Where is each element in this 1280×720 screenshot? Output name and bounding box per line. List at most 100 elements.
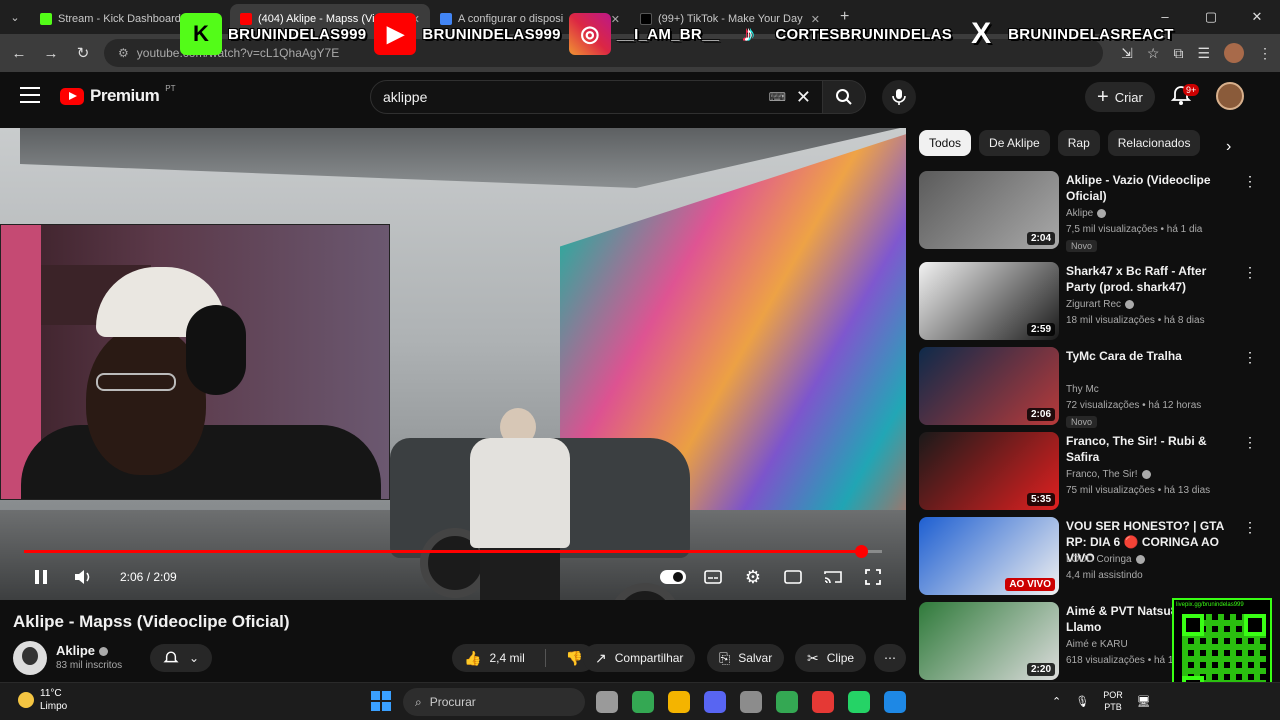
duration-badge: 2:20 [1026, 663, 1055, 676]
chevron-right-icon[interactable]: › [1226, 138, 1231, 156]
clip-label: Clipe [826, 651, 855, 665]
video-thumbnail[interactable]: 5:35 [919, 432, 1059, 510]
duration-badge: 2:59 [1026, 323, 1055, 336]
user-avatar[interactable] [1216, 82, 1244, 110]
autoplay-toggle[interactable] [660, 570, 686, 584]
taskbar-app-icon[interactable] [704, 691, 726, 713]
more-vertical-icon[interactable]: ⋮ [1243, 264, 1257, 281]
channel-avatar[interactable] [13, 641, 47, 675]
fullscreen-button[interactable] [862, 566, 884, 588]
taskbar-app-icon[interactable] [596, 691, 618, 713]
chevron-up-icon[interactable]: ⌃ [1052, 695, 1061, 708]
microphone-icon[interactable]: 🎙 [1075, 695, 1089, 708]
recommendation-item[interactable]: 2:06 TyMc Cara de Tralha Thy Mc 72 visualiz… [919, 347, 1259, 433]
volume-button[interactable] [72, 566, 94, 588]
scissors-icon: ✂ [807, 649, 819, 666]
reload-icon[interactable]: ↻ [72, 44, 94, 62]
video-thumbnail[interactable]: 2:04 [919, 171, 1059, 249]
network-icon[interactable]: 🖥 [1137, 695, 1151, 708]
clip-button[interactable]: ✂ Clipe [795, 644, 867, 672]
cast-button[interactable] [822, 566, 844, 588]
taskbar-search[interactable]: ⌕ Procurar [403, 688, 585, 716]
bookmark-icon: ⎘ [719, 649, 731, 666]
language-indicator[interactable]: POR PTB [1103, 689, 1123, 713]
tab-search-icon[interactable]: ☰ [1197, 45, 1210, 62]
recommendation-channel: Aklipe [1066, 208, 1107, 219]
search-button[interactable] [822, 80, 866, 114]
voice-search-button[interactable] [882, 80, 916, 114]
like-button[interactable]: 👍 2,4 mil [452, 644, 537, 672]
kick-icon: K [180, 13, 222, 55]
taskbar-app-icon[interactable] [632, 691, 654, 713]
share-button[interactable]: ↗ Compartilhar [583, 644, 696, 672]
taskbar-app-icon[interactable] [668, 691, 690, 713]
taskbar-app-icon[interactable] [776, 691, 798, 713]
weather-desc: Limpo [40, 701, 68, 712]
taskbar-app-icon[interactable] [740, 691, 762, 713]
video-thumbnail[interactable]: AO VIVO [919, 517, 1059, 595]
recommendation-title: Shark47 x Bc Raff - After Party (prod. s… [1066, 264, 1207, 294]
channel-name[interactable]: Aklipe [56, 643, 109, 658]
youtube-header: Premium PT aklippe ⌨ ✕ + Criar [0, 72, 1280, 122]
video-thumbnail[interactable]: 2:06 [919, 347, 1059, 425]
thumbs-up-icon: 👍 [464, 649, 482, 666]
back-icon[interactable]: ← [8, 45, 30, 62]
chip-from-channel[interactable]: De Aklipe [979, 130, 1050, 156]
miniplayer-button[interactable] [782, 566, 804, 588]
extensions-icon[interactable]: ⧉ [1173, 45, 1183, 62]
hamburger-menu-icon[interactable] [20, 87, 40, 103]
social-kick: K BRUNINDELAS999 [180, 13, 366, 55]
search-query: aklippe [383, 89, 428, 105]
recommendation-title: TyMc Cara de Tralha [1066, 349, 1182, 363]
profile-avatar[interactable] [1224, 43, 1244, 63]
search-input[interactable]: aklippe ⌨ ✕ [370, 80, 824, 114]
pause-button[interactable] [30, 566, 52, 588]
subscriber-count: 83 mil inscritos [56, 660, 123, 671]
browser-menu-icon[interactable]: ⋮ [1258, 45, 1272, 62]
video-progress-bar[interactable] [24, 545, 882, 558]
recommendation-channel: Franco, The Sir! [1066, 469, 1151, 480]
more-vertical-icon[interactable]: ⋮ [1243, 519, 1257, 536]
subscription-bell-button[interactable]: ⌄ [150, 644, 212, 672]
youtube-logo-icon [60, 87, 84, 105]
windows-start-icon[interactable] [371, 691, 391, 711]
tab-search-dropdown[interactable]: ⌄ [0, 11, 30, 24]
recommendation-item[interactable]: AO VIVO VOU SER HONESTO? | GTA RP: DIA 6 … [919, 517, 1259, 603]
chip-all[interactable]: Todos [919, 130, 972, 156]
subtitles-icon [704, 570, 722, 584]
maximize-button[interactable]: ▢ [1188, 0, 1234, 34]
settings-button[interactable]: ⚙ [742, 566, 764, 588]
video-thumbnail[interactable]: 2:59 [919, 262, 1059, 340]
video-thumbnail[interactable]: 2:20 [919, 602, 1059, 680]
clear-search-icon[interactable]: ✕ [796, 87, 811, 108]
recommendation-item[interactable]: 2:04 Aklipe - Vazio (Videoclipe Oficial) A… [919, 171, 1259, 257]
create-button[interactable]: + Criar [1085, 82, 1155, 112]
keyboard-icon[interactable]: ⌨ [769, 90, 786, 104]
site-info-icon[interactable]: ⚙ [118, 46, 129, 60]
taskbar-app-icon[interactable] [812, 691, 834, 713]
forward-icon[interactable]: → [40, 45, 62, 62]
subtitles-button[interactable] [702, 566, 724, 588]
recommendation-item[interactable]: 5:35 Franco, The Sir! - Rubi & Safira Fran… [919, 432, 1259, 518]
close-window-button[interactable]: ✕ [1234, 0, 1280, 34]
chip-rap[interactable]: Rap [1057, 130, 1100, 156]
logo-country-code: PT [165, 83, 176, 93]
create-label: Criar [1114, 89, 1143, 105]
weather-widget[interactable]: 11°C Limpo [18, 687, 67, 713]
more-actions-button[interactable]: ⋯ [874, 644, 906, 672]
recommendation-meta: 4,4 mil assistindo [1066, 570, 1143, 581]
more-vertical-icon[interactable]: ⋮ [1243, 349, 1257, 366]
more-vertical-icon[interactable]: ⋮ [1243, 434, 1257, 451]
recommendation-channel: LOUD Coringa [1066, 554, 1145, 565]
youtube-icon: ▶ [374, 13, 417, 55]
chip-related[interactable]: Relacionados [1107, 130, 1201, 156]
save-label: Salvar [738, 651, 773, 665]
recommendation-item[interactable]: 2:59 Shark47 x Bc Raff - After Party (pro… [919, 262, 1259, 348]
youtube-premium-logo[interactable]: Premium PT [60, 83, 176, 106]
new-badge: Novo [1066, 416, 1098, 428]
taskbar-app-icon[interactable] [884, 691, 906, 713]
save-button[interactable]: ⎘ Salvar [707, 644, 785, 672]
taskbar-app-icon[interactable] [848, 691, 870, 713]
instagram-icon: ◎ [568, 13, 611, 55]
more-vertical-icon[interactable]: ⋮ [1243, 173, 1257, 190]
